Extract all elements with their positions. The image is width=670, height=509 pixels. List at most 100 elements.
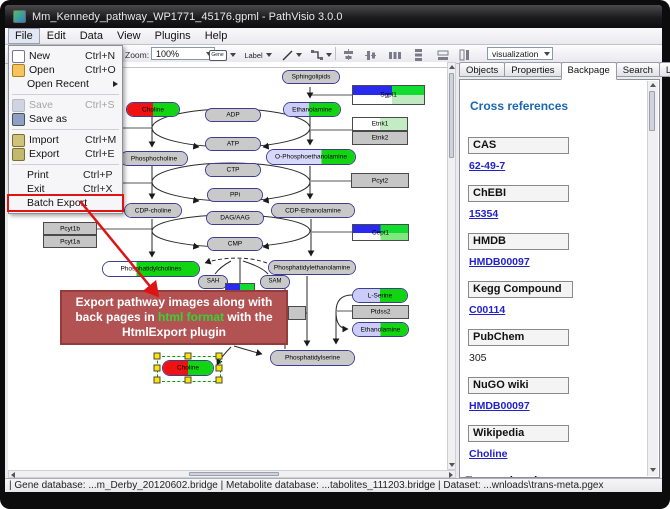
pathway-node-cept1[interactable]: Cept1 <box>352 224 409 241</box>
menu-edit[interactable]: Edit <box>40 28 73 44</box>
tab-properties[interactable]: Properties <box>504 62 561 77</box>
selection-handle[interactable] <box>185 353 192 360</box>
file-menu-item-save-as[interactable]: Save as <box>9 112 122 126</box>
pathway-node-etnk1[interactable]: Etnk1 <box>352 117 408 131</box>
xref-value-wikipedia[interactable]: Choline <box>469 448 508 460</box>
xref-value-nugo-wiki[interactable]: HMDB00097 <box>469 400 530 412</box>
menu-item-label: Export <box>29 148 85 160</box>
file-menu-item-exit[interactable]: ExitCtrl+X <box>9 182 122 196</box>
pathway-node-sah[interactable]: SAH <box>198 275 228 289</box>
pathway-node-pcyt1b[interactable]: Pcyt1b <box>43 222 97 235</box>
menu-file[interactable]: File <box>8 28 40 44</box>
label-tool-button[interactable]: Label <box>239 47 277 63</box>
scroll-up-icon[interactable] <box>650 83 656 87</box>
canvas-vertical-scrollbar[interactable] <box>447 62 456 470</box>
scroll-down-icon[interactable] <box>449 463 455 467</box>
sidebar-scrollbar[interactable] <box>647 81 658 476</box>
xref-value-chebi[interactable]: 15354 <box>469 208 498 220</box>
scrollbar-thumb[interactable] <box>449 73 454 158</box>
label-tool-icon: Label <box>244 51 262 60</box>
line-tool-button[interactable] <box>279 47 305 63</box>
file-menu-item-print[interactable]: PrintCtrl+P <box>9 168 122 182</box>
pathway-node-ppi[interactable]: PPi <box>207 188 263 202</box>
pathway-node-adp[interactable]: ADP <box>205 108 261 122</box>
pathway-node-sphingolipids[interactable]: Sphingolipids <box>282 70 340 84</box>
file-menu-item-import[interactable]: ImportCtrl+M <box>9 133 122 147</box>
pathway-node-unlabeled[interactable] <box>288 306 306 320</box>
selection-handle[interactable] <box>185 377 192 384</box>
menu-view[interactable]: View <box>110 28 148 44</box>
pathway-node-sam[interactable]: SAM <box>260 275 290 289</box>
pathway-node-pcyt1a[interactable]: Pcyt1a <box>43 235 97 248</box>
selection-handle[interactable] <box>154 377 161 384</box>
common-width-button[interactable] <box>433 47 452 63</box>
scroll-down-icon[interactable] <box>650 468 656 472</box>
file-menu-item-export[interactable]: ExportCtrl+E <box>9 147 122 161</box>
datanode-tool-button[interactable]: Gene <box>207 47 237 63</box>
pathway-node-phosphocholine[interactable]: Phosphocholine <box>120 151 188 166</box>
pathway-node-atp[interactable]: ATP <box>205 137 261 151</box>
scrollbar-thumb[interactable] <box>189 472 279 476</box>
menu-help[interactable]: Help <box>198 28 235 44</box>
common-height-button[interactable] <box>455 47 474 63</box>
pathway-node-cdp-choline[interactable]: CDP-choline <box>124 203 182 218</box>
backpage-panel: Cross references CAS62-49-7ChEBI15354HMD… <box>459 79 660 478</box>
chevron-down-icon <box>230 53 236 57</box>
pathway-node-phosphatidylserine[interactable]: Phosphatidylserine <box>270 350 355 366</box>
selection-handle[interactable] <box>154 365 161 372</box>
visualization-select[interactable]: visualization <box>487 47 553 60</box>
pathway-node-ctp[interactable]: CTP <box>205 163 261 177</box>
selection-handle[interactable] <box>216 377 223 384</box>
pathway-node-pcyt2[interactable]: Pcyt2 <box>351 173 409 188</box>
selection-handle[interactable] <box>154 353 161 360</box>
selection-handle[interactable] <box>216 353 223 360</box>
pathway-node-l-serine[interactable]: L-Serine <box>352 288 408 303</box>
file-menu-item-new[interactable]: NewCtrl+N <box>9 49 122 63</box>
cross-references-list: CAS62-49-7ChEBI15354HMDBHMDB00097Kegg Co… <box>460 137 659 460</box>
annotation-callout: Export pathway images along with back pa… <box>60 290 288 345</box>
distribute-vertical-button[interactable] <box>409 47 428 63</box>
menu-plugins[interactable]: Plugins <box>148 28 198 44</box>
distribute-horizontal-button[interactable] <box>385 47 404 63</box>
selection-handle[interactable] <box>216 365 223 372</box>
pathway-node-ethanolamine[interactable]: Ethanolamine <box>352 322 409 337</box>
file-menu-item-open-recent[interactable]: Open Recent <box>9 77 122 91</box>
pathway-node-ptdss2[interactable]: Ptdss2 <box>352 305 409 319</box>
tab-search[interactable]: Search <box>616 62 660 77</box>
file-menu-item-batch-export[interactable]: Batch Export <box>9 196 122 210</box>
pathway-node-sgpl1[interactable]: Sgpl1 <box>352 85 425 105</box>
pathway-node-cdp-ethanolamine[interactable]: CDP-Ethanolamine <box>271 203 355 218</box>
align-center-button[interactable] <box>339 47 358 63</box>
menu-item-shortcut: Ctrl+S <box>85 99 118 111</box>
tab-backpage[interactable]: Backpage <box>561 62 617 80</box>
xref-value-hmdb[interactable]: HMDB00097 <box>469 256 530 268</box>
scroll-up-icon[interactable] <box>449 65 455 69</box>
tab-legend[interactable]: Legend <box>659 62 670 77</box>
scrollbar-thumb[interactable] <box>649 91 655 131</box>
file-menu-item-open[interactable]: OpenCtrl+O <box>9 63 122 77</box>
import-icon <box>12 134 25 147</box>
node-label: Sphingolipids <box>283 74 339 81</box>
pathway-node-o-phosphoethanolamine[interactable]: O-Phosphoethanolamine <box>266 149 356 165</box>
pathway-node-dag-aag[interactable]: DAG/AAG <box>206 211 264 225</box>
align-middle-button[interactable] <box>361 47 380 63</box>
xref-value-cas[interactable]: 62-49-7 <box>469 160 505 172</box>
pathway-node-choline[interactable]: Choline <box>126 102 180 117</box>
canvas-horizontal-scrollbar[interactable] <box>8 470 456 478</box>
connector-tool-button[interactable] <box>307 47 335 63</box>
tab-objects[interactable]: Objects <box>459 62 505 77</box>
pathway-node-cmp[interactable]: CMP <box>207 237 263 251</box>
file-menu-item-save[interactable]: SaveCtrl+S <box>9 98 122 112</box>
zoom-select[interactable]: 100% <box>151 47 215 60</box>
node-label: Cept1 <box>353 229 408 236</box>
node-label: Pcyt1b <box>44 225 96 232</box>
pathway-node-phosphatidylethanolamine[interactable]: Phosphatidylethanolamine <box>268 260 356 275</box>
pathway-node-phosphatidylcholines[interactable]: Phosphatidylcholines <box>102 261 200 277</box>
pathway-node-ethanolamine[interactable]: Ethanolamine <box>283 102 341 117</box>
menu-item-label: Save as <box>29 113 85 125</box>
menu-data[interactable]: Data <box>73 28 110 44</box>
node-label: Sgpl1 <box>353 92 424 99</box>
pathway-node-etnk2[interactable]: Etnk2 <box>352 131 408 145</box>
align-center-icon <box>343 49 354 61</box>
xref-value-kegg-compound[interactable]: C00114 <box>469 304 505 316</box>
